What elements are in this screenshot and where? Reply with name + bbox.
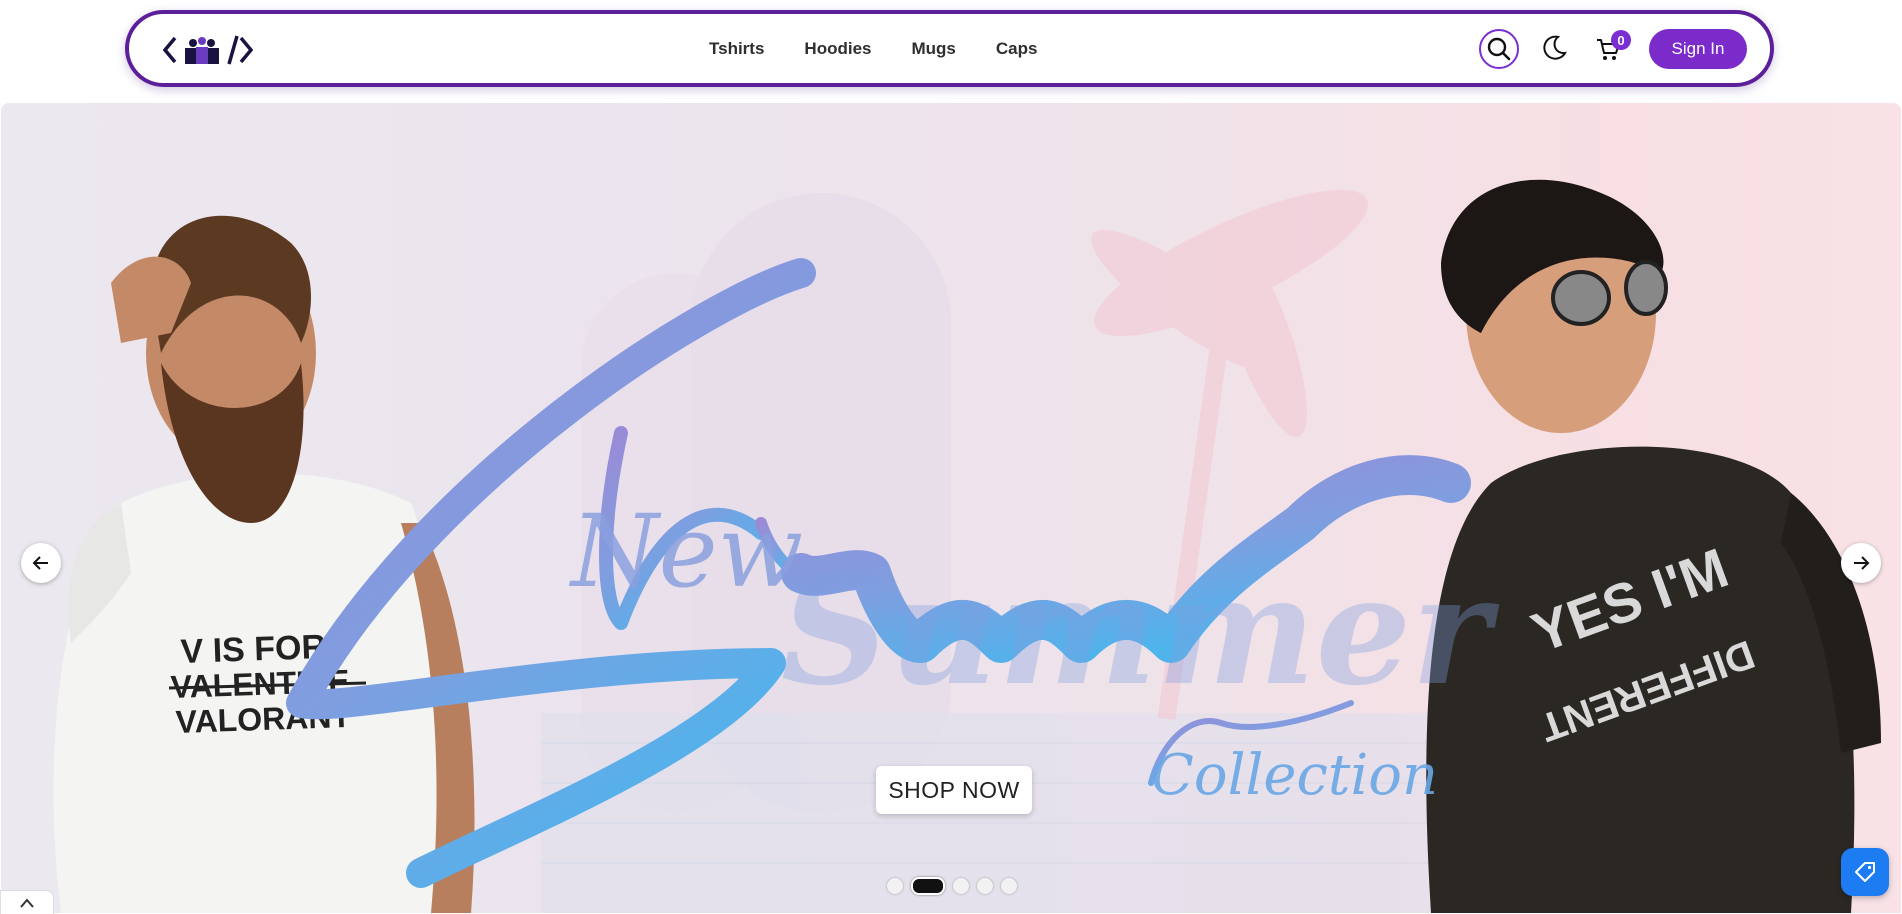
shop-now-button[interactable]: SHOP NOW xyxy=(876,766,1032,814)
carousel-next-button[interactable] xyxy=(1841,543,1881,583)
carousel-indicators xyxy=(887,877,1017,895)
carousel-dot-1[interactable] xyxy=(887,878,903,894)
carousel-prev-button[interactable] xyxy=(21,543,61,583)
theme-toggle-button[interactable] xyxy=(1537,31,1571,65)
nav-link-mugs[interactable]: Mugs xyxy=(911,39,955,59)
tag-icon xyxy=(1855,862,1875,882)
arrow-left-icon xyxy=(32,556,48,570)
nav-link-hoodies[interactable]: Hoodies xyxy=(804,39,871,59)
moon-icon xyxy=(1543,35,1567,60)
nav-link-tshirts[interactable]: Tshirts xyxy=(709,39,764,59)
headline-summer: Summer xyxy=(781,543,1491,719)
site-logo[interactable] xyxy=(162,34,255,66)
carousel-dot-5[interactable] xyxy=(1001,878,1017,894)
arrow-right-icon xyxy=(1854,556,1870,570)
hero-carousel: V IS FOR VALENTINE VALORANT YES I'M DIFF… xyxy=(1,103,1901,913)
main-nav: Tshirts Hoodies Mugs Caps xyxy=(709,14,1037,83)
right-model-figure: YES I'M DIFFERENT xyxy=(1426,179,1881,913)
sign-in-button[interactable]: Sign In xyxy=(1649,29,1747,69)
cart-count-badge: 0 xyxy=(1611,30,1631,50)
chevron-up-icon xyxy=(20,897,34,908)
headline-collection: Collection xyxy=(1151,743,1439,808)
headline-new: New xyxy=(571,493,804,610)
nav-link-caps[interactable]: Caps xyxy=(996,39,1038,59)
carousel-dot-2[interactable] xyxy=(911,877,945,895)
search-icon xyxy=(1487,37,1511,61)
carousel-dot-4[interactable] xyxy=(977,878,993,894)
carousel-dot-3[interactable] xyxy=(953,878,969,894)
scroll-top-button[interactable] xyxy=(0,890,54,914)
navbar: Tshirts Hoodies Mugs Caps 0 Sign In xyxy=(125,10,1774,87)
coupon-button[interactable] xyxy=(1841,848,1889,896)
search-button[interactable] xyxy=(1479,29,1519,69)
